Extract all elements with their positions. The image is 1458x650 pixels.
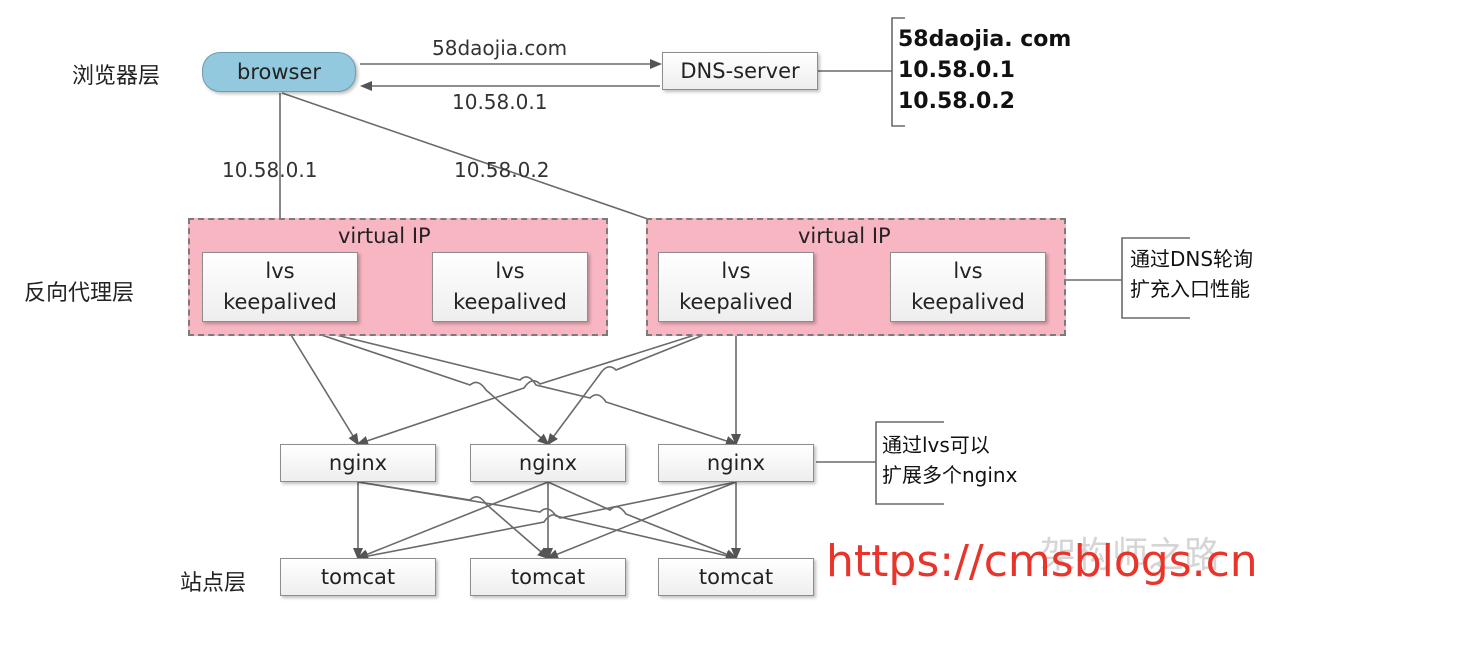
lvs-to-nginx-arrow xyxy=(282,321,360,446)
lvs-node-line2: keepalived xyxy=(453,290,567,314)
tomcat-node-label: tomcat xyxy=(320,565,396,589)
lvs-node-line2: keepalived xyxy=(223,290,337,314)
nginx-to-tomcat-arrow xyxy=(356,481,549,559)
browser-node-label: browser xyxy=(236,60,322,84)
lvs-node-line2: keepalived xyxy=(911,290,1025,314)
layer-label-site: 站点层 xyxy=(180,571,247,596)
route-left-label: 10.58.0.1 xyxy=(222,158,318,182)
lvs-node-line1: lvs xyxy=(265,259,295,283)
lvs-node-line1: lvs xyxy=(495,259,525,283)
lvs-to-nginx-arrow xyxy=(282,321,738,446)
dns-server-node: DNS-server xyxy=(662,52,818,90)
tomcat-node-1: tomcat xyxy=(280,558,436,596)
lvs-to-nginx-arrow xyxy=(282,321,550,446)
lvs-node-1b: lvs keepalived xyxy=(432,252,588,322)
lvs-note: 通过lvs可以 扩展多个nginx xyxy=(882,430,1017,490)
nginx-node-1: nginx xyxy=(280,444,436,482)
lvs-node-2a: lvs keepalived xyxy=(658,252,814,322)
tomcat-node-label: tomcat xyxy=(698,565,774,589)
dns-record: 58daojia. com xyxy=(898,27,1072,52)
lvs-node-1a: lvs keepalived xyxy=(202,252,358,322)
nginx-node-3: nginx xyxy=(658,444,814,482)
dns-note-line: 扩充入口性能 xyxy=(1130,277,1250,301)
vip-group-1-label: virtual IP xyxy=(338,224,431,248)
nginx-node-2: nginx xyxy=(470,444,626,482)
lvs-node-2b: lvs keepalived xyxy=(890,252,1046,322)
tomcat-node-3: tomcat xyxy=(658,558,814,596)
lvs-node-line1: lvs xyxy=(953,259,983,283)
browser-node: browser xyxy=(202,52,356,92)
tomcat-node-label: tomcat xyxy=(510,565,586,589)
nginx-node-label: nginx xyxy=(518,451,578,475)
dns-record: 10.58.0.2 xyxy=(898,89,1015,114)
vip-group-2-label: virtual IP xyxy=(798,224,891,248)
lvs-note-line: 通过lvs可以 xyxy=(882,433,990,457)
dns-note-line: 通过DNS轮询 xyxy=(1130,247,1254,271)
dns-query-label: 58daojia.com xyxy=(432,36,568,60)
nginx-node-label: nginx xyxy=(328,451,388,475)
dns-note: 通过DNS轮询 扩充入口性能 xyxy=(1130,244,1253,304)
layer-label-proxy: 反向代理层 xyxy=(24,281,135,306)
lvs-note-line: 扩展多个nginx xyxy=(882,463,1018,487)
route-right-label: 10.58.0.2 xyxy=(454,158,550,182)
nginx-node-label: nginx xyxy=(706,451,766,475)
dns-server-label: DNS-server xyxy=(680,59,800,83)
lvs-to-nginx-arrow xyxy=(546,321,737,446)
watermark-url: https://cmsblogs.cn xyxy=(826,536,1258,587)
lvs-node-line2: keepalived xyxy=(679,290,793,314)
layer-label-browser: 浏览器层 xyxy=(72,64,161,89)
dns-response-label: 10.58.0.1 xyxy=(452,90,548,114)
tomcat-node-2: tomcat xyxy=(470,558,626,596)
dns-records: 58daojia. com 10.58.0.1 10.58.0.2 xyxy=(898,24,1071,117)
lvs-node-line1: lvs xyxy=(721,259,751,283)
nginx-to-tomcat-arrow xyxy=(356,481,737,562)
dns-record: 10.58.0.1 xyxy=(898,58,1015,83)
